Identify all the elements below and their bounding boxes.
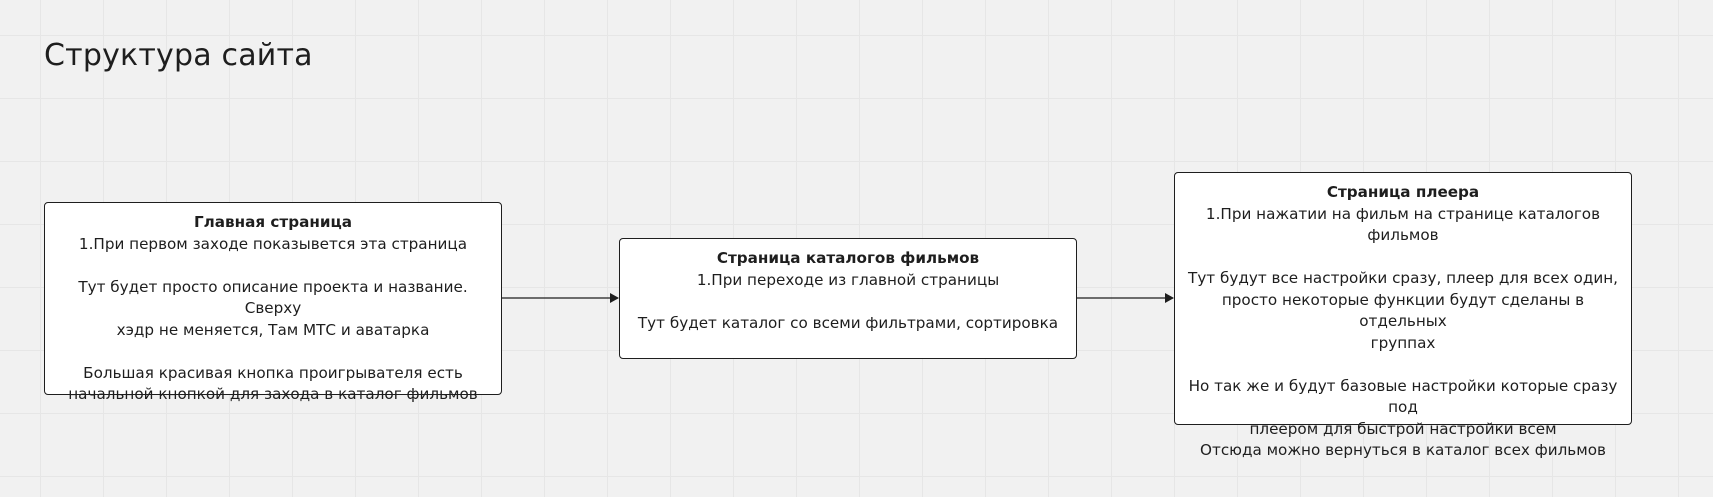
node-catalog-line: 1.При переходе из главной страницы [696,270,1000,289]
node-player-page[interactable]: Страница плеера 1.При нажатии на фильм н… [1174,172,1632,459]
node-player-line: Отсюда можно вернуться в каталог всех фи… [1200,441,1606,459]
node-player-spacer [1185,247,1621,269]
node-player-line: просто некоторые функции будут сделаны в… [1221,290,1585,331]
node-player-line: 1.При нажатии на фильм на странице катал… [1205,204,1601,223]
node-player-line: группах [1370,333,1436,352]
node-player-line: Но так же и будут базовые настройки кото… [1188,376,1618,417]
node-home-spacer [55,341,491,363]
node-home-heading: Главная страница [193,213,352,231]
board-title[interactable]: Структура сайта [44,38,313,73]
node-player-line: фильмов [1367,226,1439,244]
node-home-line: Тут будет просто описание проекта и назв… [78,277,468,318]
node-home-spacer [55,255,491,277]
node-catalog-spacer [630,291,1066,313]
node-player-spacer [1185,354,1621,376]
node-catalog-page[interactable]: Страница каталогов фильмов 1.При переход… [619,238,1077,359]
node-home-page[interactable]: Главная страница 1.При первом заходе пок… [44,202,502,403]
node-home-line: начальной кнопкой для захода в каталог ф… [68,385,478,403]
node-player-line: плеером для быстрой настройки всем [1249,419,1557,438]
node-catalog-line: Тут будет каталог со всеми фильтрами, со… [637,313,1059,332]
node-player-line: Тут будут все настройки сразу, плеер для… [1188,269,1618,287]
node-catalog-heading: Страница каталогов фильмов [716,249,980,267]
node-home-line: хэдр не меняется, Там МТС и аватарка [116,320,430,339]
node-home-line: 1.При первом заходе показывется эта стра… [78,234,468,253]
node-home-line: Большая красивая кнопка проигрывателя ес… [83,363,463,382]
whiteboard-canvas[interactable]: Структура сайта Главная страница 1.При п… [0,0,1713,497]
node-player-heading: Страница плеера [1326,183,1480,201]
